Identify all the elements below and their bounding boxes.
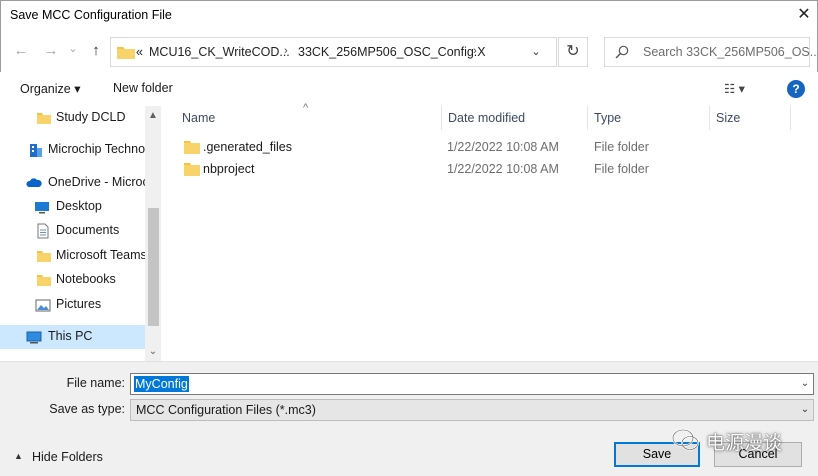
computer-icon xyxy=(26,331,42,344)
window-title: Save MCC Configuration File xyxy=(10,8,172,22)
file-name-value[interactable]: MyConfig xyxy=(134,376,189,392)
file-name: .generated_files xyxy=(203,140,292,154)
sidebar-item-onedrive[interactable]: OneDrive - Microc xyxy=(0,171,145,195)
help-icon[interactable]: ? xyxy=(787,80,805,98)
column-divider[interactable] xyxy=(709,106,710,130)
scroll-down-icon[interactable]: ⌄ xyxy=(145,344,161,360)
chevron-down-icon[interactable]: ⌄ xyxy=(797,400,813,420)
list-item[interactable]: .generated_files 1/22/2022 10:08 AM File… xyxy=(170,137,649,159)
list-item[interactable]: nbproject 1/22/2022 10:08 AM File folder xyxy=(170,159,649,181)
search-icon xyxy=(615,45,629,59)
column-divider[interactable] xyxy=(587,106,588,130)
sidebar-item-label: Notebooks xyxy=(56,272,116,286)
watermark-text: 电源漫谈 xyxy=(706,433,783,454)
search-input[interactable]: Search 33CK_256MP506_OS... xyxy=(604,37,818,67)
command-bar: Organize ▾ New folder ☷ ▾ xyxy=(0,72,818,106)
breadcrumb-item[interactable]: 33CK_256MP506_OSC_Config.X xyxy=(298,45,486,59)
file-date: 1/22/2022 10:08 AM xyxy=(447,140,559,154)
sidebar-item-label: Microsoft Teams xyxy=(56,248,145,262)
navigation-pane: Study DCLD Microchip Techno OneDrive - M… xyxy=(0,106,161,361)
view-options-icon[interactable]: ☷ ▾ xyxy=(724,81,745,96)
breadcrumb-item[interactable]: MCU16_CK_WriteCOD... xyxy=(149,45,290,59)
sidebar-item-label: This PC xyxy=(48,329,93,343)
sidebar-item-label: Study DCLD xyxy=(56,110,126,124)
pictures-icon xyxy=(35,299,51,312)
file-name: nbproject xyxy=(203,162,255,176)
sidebar-item-this-pc[interactable]: This PC xyxy=(0,325,145,349)
column-divider[interactable] xyxy=(441,106,442,130)
save-type-value: MCC Configuration Files (*.mc3) xyxy=(136,403,316,417)
file-date: 1/22/2022 10:08 AM xyxy=(447,162,559,176)
wechat-icon xyxy=(672,429,699,451)
folder-icon xyxy=(37,275,51,286)
building-icon xyxy=(30,144,42,157)
column-header-name[interactable]: Name xyxy=(182,111,215,135)
sort-ascending-icon: ^ xyxy=(303,102,309,114)
file-name-label: File name: xyxy=(66,376,125,390)
caret-up-icon[interactable]: ▲ xyxy=(14,451,23,461)
column-header-size[interactable]: Size xyxy=(716,111,740,135)
address-bar[interactable]: « MCU16_CK_WriteCOD... › 33CK_256MP506_O… xyxy=(110,37,557,67)
sidebar-item-pictures[interactable]: Pictures xyxy=(0,293,145,317)
folder-icon xyxy=(117,47,135,59)
sidebar-item-label: OneDrive - Microc xyxy=(48,175,145,189)
column-divider[interactable] xyxy=(790,106,791,130)
close-icon[interactable]: ✕ xyxy=(793,4,815,26)
sidebar-item-desktop[interactable]: Desktop xyxy=(0,195,145,219)
nav-scrollbar-thumb[interactable] xyxy=(148,208,159,326)
column-header-type[interactable]: Type xyxy=(594,111,621,135)
file-type: File folder xyxy=(594,162,649,176)
watermark: 电源漫谈 xyxy=(672,426,812,456)
title-bar: Save MCC Configuration File ✕ xyxy=(0,0,818,32)
sidebar-item-microchip[interactable]: Microchip Techno xyxy=(0,138,145,162)
new-folder-button[interactable]: New folder xyxy=(113,81,173,95)
cloud-icon xyxy=(26,178,42,187)
document-icon xyxy=(37,223,49,239)
sidebar-item-label: Microchip Techno xyxy=(48,142,145,156)
sidebar-item-microsoft-teams[interactable]: Microsoft Teams xyxy=(0,244,145,268)
file-type: File folder xyxy=(594,140,649,154)
chevron-right-icon[interactable]: › xyxy=(284,45,288,57)
recent-locations-icon[interactable]: ⌄ xyxy=(62,38,84,60)
back-icon[interactable]: ← xyxy=(10,40,32,62)
column-header-date[interactable]: Date modified xyxy=(448,111,525,135)
desktop-icon xyxy=(35,202,49,214)
folder-icon xyxy=(184,163,200,176)
address-overflow[interactable]: « xyxy=(136,45,143,59)
hide-folders-button[interactable]: Hide Folders xyxy=(32,450,103,464)
sidebar-item-documents[interactable]: Documents xyxy=(0,219,145,243)
forward-icon[interactable]: → xyxy=(40,40,62,62)
save-type-select[interactable]: MCC Configuration Files (*.mc3) ⌄ xyxy=(130,399,814,421)
chevron-right-icon[interactable]: › xyxy=(473,45,477,57)
sidebar-item-study-dcld[interactable]: Study DCLD xyxy=(0,106,145,130)
sidebar-item-notebooks[interactable]: Notebooks xyxy=(0,268,145,292)
address-dropdown-icon[interactable]: ⌄ xyxy=(526,41,546,63)
sidebar-item-label: Documents xyxy=(56,223,120,237)
folder-icon xyxy=(184,141,200,154)
folder-icon xyxy=(37,251,51,262)
refresh-icon[interactable]: ↻ xyxy=(558,37,588,67)
up-folder-icon[interactable]: ↑ xyxy=(85,40,107,62)
sidebar-item-label: Desktop xyxy=(56,199,102,213)
save-type-label: Save as type: xyxy=(49,402,125,416)
file-name-field[interactable]: MyConfig ⌄ xyxy=(130,373,814,395)
chevron-down-icon[interactable]: ⌄ xyxy=(797,374,813,394)
folder-icon xyxy=(37,113,51,124)
sidebar-item-label: Pictures xyxy=(56,297,102,311)
scroll-up-icon[interactable]: ▲ xyxy=(145,108,161,124)
organize-button[interactable]: Organize ▾ xyxy=(20,81,80,96)
search-placeholder: Search 33CK_256MP506_OS... xyxy=(643,45,818,59)
